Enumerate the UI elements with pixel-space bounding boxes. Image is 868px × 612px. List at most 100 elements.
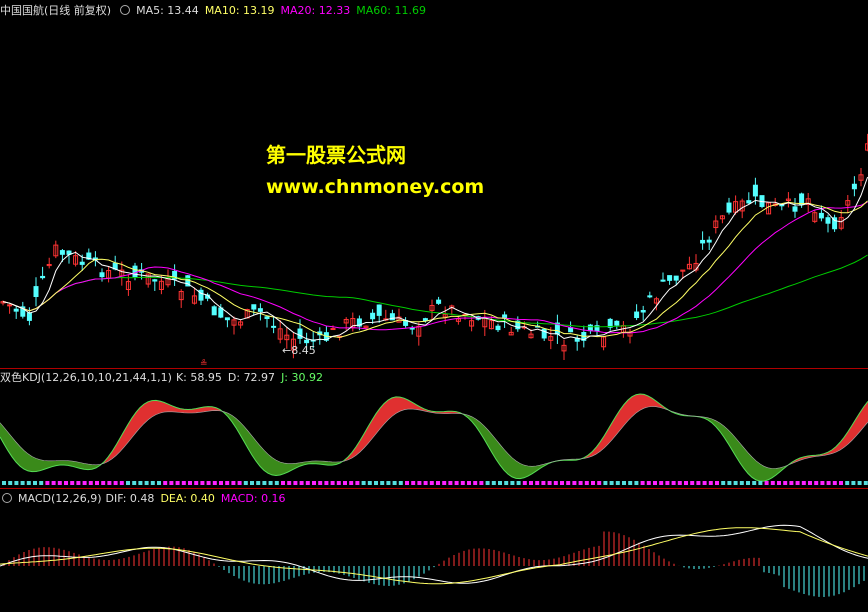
kdj-signal-dot	[398, 481, 403, 485]
macd-title[interactable]: MACD(12,26,9)	[18, 492, 102, 505]
candle-body	[436, 299, 442, 304]
kdj-signal-dot	[374, 481, 378, 485]
kdj-signal-dot	[194, 481, 199, 485]
kdj-fill	[644, 394, 648, 409]
kdj-signal-dot	[26, 481, 31, 485]
kdj-signal-dot	[355, 481, 360, 485]
kdj-title[interactable]: 双色KDJ(12,26,10,10,21,44,1,1)	[0, 371, 172, 384]
kdj-signal-dot	[739, 481, 744, 485]
candle-body	[370, 312, 376, 320]
kdj-k-label: K: 58.95	[175, 371, 222, 384]
kdj-signal-dot	[597, 481, 602, 485]
kdj-signal-dot	[522, 481, 527, 485]
kdj-signal-dot	[801, 481, 806, 485]
kdj-signal-dot	[541, 481, 546, 485]
candle-body	[257, 308, 263, 312]
candle-body	[667, 275, 673, 281]
kdj-signal-dot	[715, 481, 719, 485]
kdj-signal-dot	[795, 481, 800, 485]
kdj-signal-dot	[721, 481, 726, 485]
kdj-signal-dot	[460, 481, 465, 485]
kdj-signal-dot	[268, 481, 273, 485]
candle-body	[376, 304, 382, 316]
kdj-signal-dot	[175, 481, 180, 485]
kdj-signal-dot	[448, 481, 453, 485]
kdj-signal-dot	[33, 481, 37, 485]
kdj-signal-dot	[863, 481, 868, 485]
kdj-signal-dot	[225, 481, 230, 485]
kdj-signal-dot	[305, 481, 310, 485]
kdj-signal-dot	[845, 481, 850, 485]
candle-body	[700, 239, 706, 244]
kdj-signal-dot	[491, 481, 496, 485]
kdj-signal-dot	[107, 481, 112, 485]
kdj-signal-dot	[553, 481, 558, 485]
kdj-signal-dot	[163, 481, 168, 485]
ma10-label: MA10: 13.19	[204, 4, 275, 17]
kdj-signal-dot	[622, 481, 626, 485]
ma5-label: MA5: 13.44	[136, 4, 199, 17]
kdj-signal-dot	[746, 481, 750, 485]
kdj-signal-dot	[777, 481, 781, 485]
kdj-signal-dot	[243, 481, 248, 485]
kdj-signal-dot	[429, 481, 434, 485]
watermark-url: www.chnmoney.com	[266, 176, 485, 198]
macd-settings-icon[interactable]	[2, 493, 12, 503]
kdj-signal-dot	[330, 481, 335, 485]
kdj-fill	[476, 419, 480, 433]
kdj-panel-header: 双色KDJ(12,26,10,10,21,44,1,1) K: 58.95 D: 7…	[0, 370, 329, 386]
kdj-signal-dot	[411, 481, 416, 485]
stock-title[interactable]: 中国国航(日线 前复权)	[0, 4, 111, 17]
kdj-signal-dot	[39, 481, 44, 485]
candle-body	[660, 279, 666, 282]
kdj-signal-dot	[181, 481, 186, 485]
kdj-signal-dot	[82, 481, 87, 485]
candle-body	[568, 327, 574, 333]
kdj-signal-dot	[752, 481, 757, 485]
candle-body	[422, 318, 428, 322]
kdj-signal-dot	[708, 481, 713, 485]
kdj-fill	[276, 460, 280, 476]
low-price-marker: ←8.45	[282, 344, 316, 357]
kdj-fill	[764, 466, 768, 482]
kdj-signal-dot	[609, 481, 614, 485]
kdj-signal-dot	[591, 481, 595, 485]
kdj-signal-dot	[615, 481, 620, 485]
candle-body	[647, 295, 653, 298]
candle-body	[59, 250, 65, 255]
kdj-signal-dot	[237, 481, 242, 485]
panel-separator[interactable]	[0, 488, 868, 489]
kdj-signal-dot	[132, 481, 137, 485]
kdj-signal-dot	[343, 481, 347, 485]
kdj-signal-dot	[671, 481, 676, 485]
kdj-signal-dot	[45, 481, 50, 485]
kdj-signal-dot	[51, 481, 56, 485]
settings-gear-icon[interactable]	[120, 5, 131, 15]
kdj-signal-dot	[572, 481, 577, 485]
kdj-fill	[636, 394, 640, 413]
chart-window[interactable]: ≗ 中国国航(日线 前复权) MA5: 13.44 MA10: 13.19 MA20:…	[0, 0, 868, 612]
kdj-signal-dot	[560, 481, 564, 485]
kdj-signal-dot	[634, 481, 639, 485]
panel-separator[interactable]	[0, 368, 868, 369]
kdj-d-label: D: 72.97	[227, 371, 276, 384]
candle-body	[792, 206, 798, 212]
candle-body	[825, 217, 831, 224]
candle-body	[746, 200, 752, 204]
candle-body	[673, 275, 679, 281]
kdj-signal-dot	[659, 481, 664, 485]
kdj-signal-dot	[57, 481, 62, 485]
candle-body	[495, 325, 501, 331]
kdj-signal-dot	[820, 481, 825, 485]
kdj-signal-dot	[684, 481, 688, 485]
kdj-fill	[112, 445, 116, 459]
kdj-fill	[152, 400, 156, 417]
kdj-fill	[640, 394, 644, 411]
kdj-signal-dot	[640, 481, 645, 485]
kdj-j-label: J: 30.92	[281, 371, 323, 384]
price-chart-canvas[interactable]: ≗	[0, 0, 868, 612]
kdj-signal-dot	[758, 481, 763, 485]
candle-body	[218, 307, 224, 318]
kdj-signal-dot	[113, 481, 118, 485]
candle-body	[330, 328, 336, 331]
